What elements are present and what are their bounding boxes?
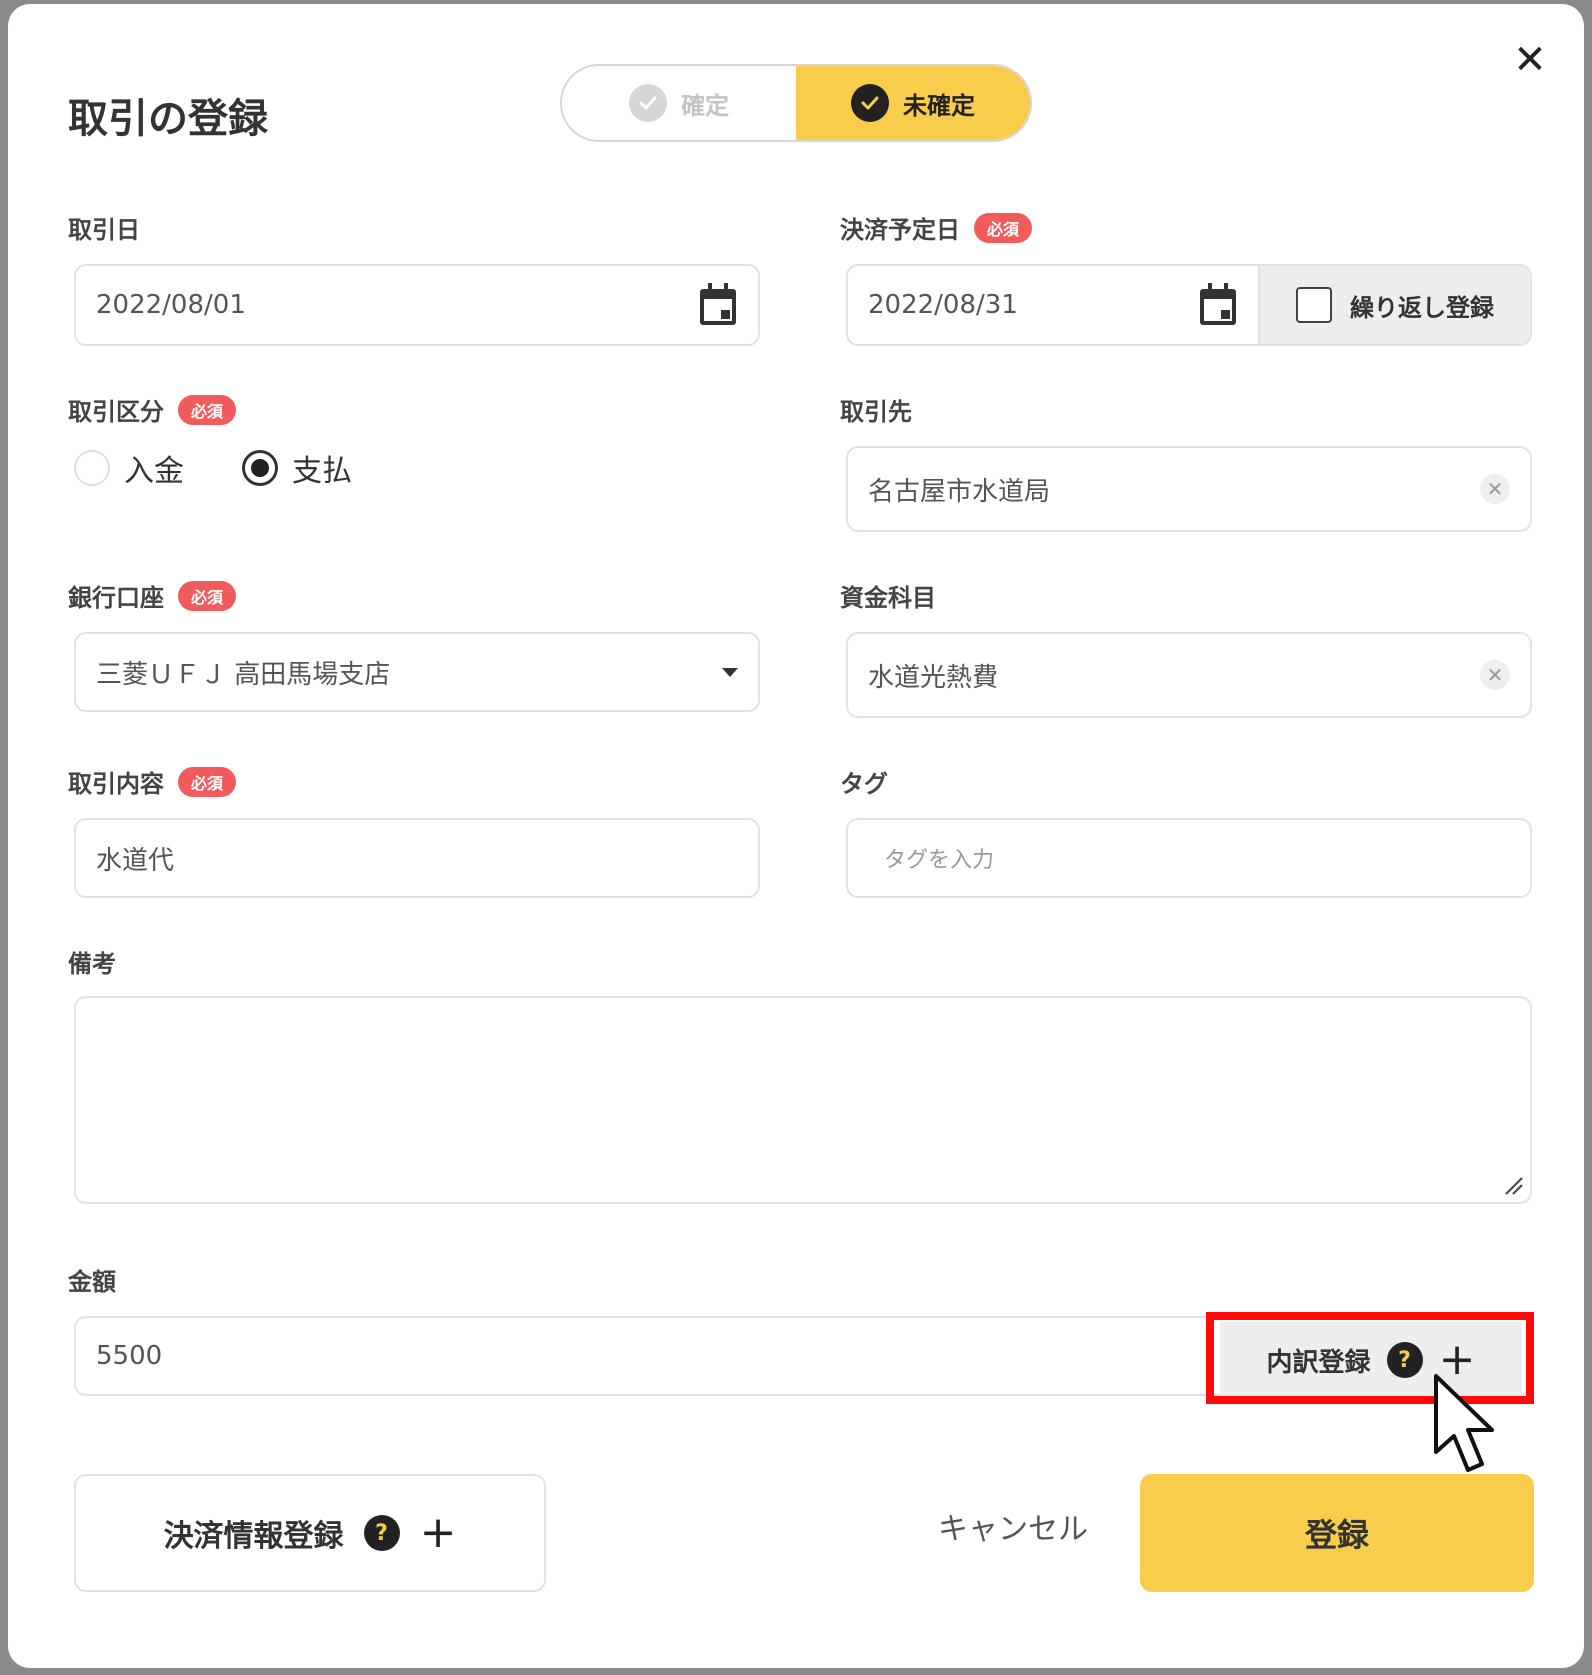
tags-placeholder: タグを入力: [884, 848, 995, 873]
radio-payment[interactable]: 支払: [242, 446, 352, 490]
chevron-down-icon[interactable]: [722, 667, 738, 677]
required-badge: 必須: [974, 212, 1033, 243]
toggle-unconfirmed[interactable]: 未確定: [796, 66, 1030, 140]
transaction-date-input[interactable]: 2022/08/01: [74, 264, 760, 346]
payment-info-button[interactable]: 決済情報登録 ? +: [74, 1474, 546, 1592]
required-badge: 必須: [178, 394, 237, 425]
check-icon: [629, 84, 667, 122]
fund-category-value: 水道光熱費: [868, 662, 999, 693]
settlement-date-value: 2022/08/31: [868, 290, 1018, 320]
transaction-date-value: 2022/08/01: [96, 290, 246, 320]
transaction-type-label: 取引区分 必須: [68, 392, 237, 427]
transaction-modal: ✕ 取引の登録 確定 未確定 取引日 2022/08/01 決済予定日 必須 2…: [8, 4, 1584, 1668]
settlement-date-label: 決済予定日 必須: [840, 210, 1033, 245]
payment-info-label: 決済情報登録: [163, 1519, 344, 1554]
tags-input[interactable]: タグを入力: [846, 818, 1532, 898]
notes-textarea[interactable]: [74, 996, 1532, 1204]
mouse-cursor-icon: [1434, 1374, 1494, 1472]
bank-account-value: 三菱ＵＦＪ 高田馬場支店: [96, 659, 391, 690]
check-icon: [851, 84, 889, 122]
fund-category-label: 資金科目: [840, 584, 936, 612]
repeat-registration-label: 繰り返し登録: [1350, 293, 1494, 322]
bank-account-select[interactable]: 三菱ＵＦＪ 高田馬場支店: [74, 632, 760, 712]
radio-circle[interactable]: [74, 450, 110, 486]
partner-value: 名古屋市水道局: [868, 476, 1051, 507]
toggle-confirmed-label: 確定: [681, 91, 729, 120]
radio-payment-label: 支払: [292, 454, 352, 489]
partner-label: 取引先: [840, 398, 912, 426]
tags-label: タグ: [840, 770, 888, 798]
radio-circle-selected[interactable]: [242, 450, 278, 486]
calendar-icon[interactable]: [1198, 283, 1238, 327]
repeat-registration-checkbox[interactable]: 繰り返し登録: [1260, 264, 1532, 346]
fund-category-input[interactable]: 水道光熱費 ✕: [846, 632, 1532, 718]
submit-label: 登録: [1304, 1516, 1369, 1554]
description-value: 水道代: [96, 845, 175, 876]
radio-deposit[interactable]: 入金: [74, 446, 184, 490]
bank-account-label: 銀行口座 必須: [68, 578, 237, 613]
cancel-button[interactable]: キャンセル: [938, 1504, 1088, 1548]
notes-label: 備考: [68, 950, 116, 978]
required-badge: 必須: [178, 766, 237, 797]
submit-button[interactable]: 登録: [1140, 1474, 1534, 1592]
toggle-confirmed[interactable]: 確定: [562, 66, 796, 140]
toggle-unconfirmed-label: 未確定: [903, 91, 975, 120]
radio-deposit-label: 入金: [124, 454, 184, 489]
settlement-date-input[interactable]: 2022/08/31: [846, 264, 1260, 346]
resize-grip-icon[interactable]: [1502, 1174, 1524, 1196]
clear-icon[interactable]: ✕: [1480, 474, 1510, 504]
plus-icon: +: [419, 1507, 457, 1558]
description-input[interactable]: 水道代: [74, 818, 760, 898]
clear-icon[interactable]: ✕: [1480, 660, 1510, 690]
help-icon[interactable]: ?: [363, 1515, 400, 1551]
checkbox-icon[interactable]: [1296, 287, 1332, 323]
description-label: 取引内容 必須: [68, 764, 237, 799]
partner-input[interactable]: 名古屋市水道局 ✕: [846, 446, 1532, 532]
calendar-icon[interactable]: [698, 283, 738, 327]
amount-label: 金額: [68, 1268, 116, 1296]
close-icon[interactable]: ✕: [1506, 36, 1554, 84]
required-badge: 必須: [178, 580, 237, 611]
status-toggle: 確定 未確定: [560, 64, 1032, 142]
modal-title: 取引の登録: [68, 96, 268, 142]
transaction-date-label: 取引日: [68, 216, 140, 244]
